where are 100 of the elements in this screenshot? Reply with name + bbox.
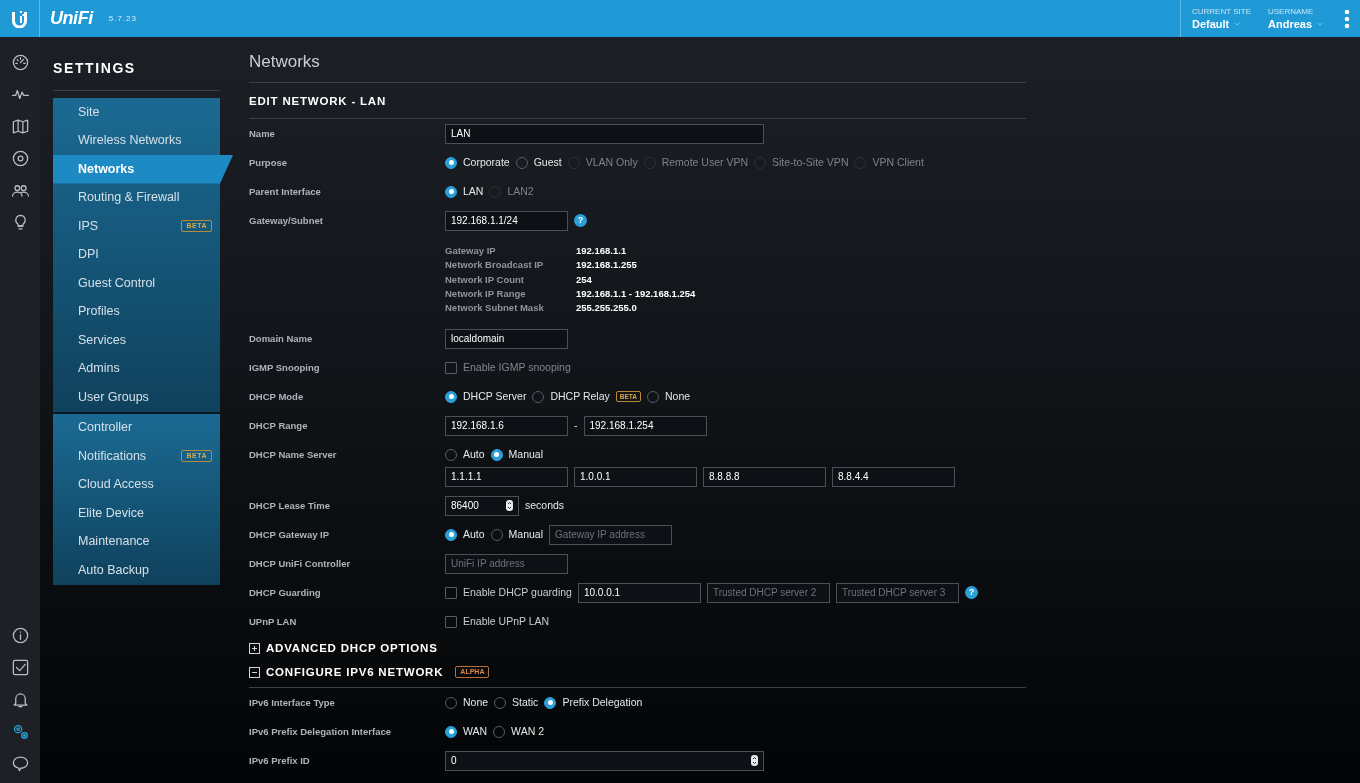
radio-button[interactable] [544, 697, 557, 709]
checklist-icon[interactable] [10, 658, 30, 677]
field-text: - [574, 418, 578, 434]
radio-label: DHCP Server [463, 389, 527, 405]
radio-label: None [664, 389, 691, 405]
dashboard-icon[interactable] [10, 53, 30, 72]
input-field[interactable]: Trusted DHCP server 3 [835, 583, 959, 603]
field-label: IPv6 Prefix ID [249, 754, 311, 768]
sidebar-item[interactable]: Networks [53, 155, 233, 184]
field-label: Name [249, 126, 276, 141]
input-field[interactable]: 192.168.1.254 [583, 416, 707, 436]
field-label: Parent Interface [249, 184, 322, 199]
input-field[interactable]: 10.0.0.1 [577, 583, 701, 603]
field-label: DHCP Mode [249, 390, 305, 404]
input-field[interactable]: 192.168.1.6 [445, 416, 568, 436]
radio-label: Guest [533, 154, 562, 170]
sidebar-item[interactable]: Cloud Access [53, 470, 220, 499]
field-label: DHCP Range [249, 419, 309, 433]
section-title: EDIT NETWORK - LAN [249, 94, 388, 109]
sidebar-item[interactable]: User Groups [53, 383, 220, 412]
field-label: Purpose [249, 155, 288, 170]
radio-label: Static [512, 695, 539, 711]
sidebar-item[interactable]: Elite Device [53, 499, 220, 528]
number-field[interactable]: 0 [445, 751, 764, 771]
radio-label: Manual [508, 447, 544, 463]
sidebar-item[interactable]: Routing & Firewall [53, 183, 220, 212]
input-field[interactable]: localdomain [445, 329, 568, 349]
radio-label: Manual [508, 527, 544, 543]
radio-label: Remote User VPN [661, 154, 748, 170]
field-label: DHCP Lease Time [249, 499, 331, 513]
more-icon[interactable] [1344, 8, 1350, 29]
radio-button[interactable] [445, 726, 457, 738]
checkbox[interactable] [445, 616, 457, 628]
radio-button[interactable] [445, 156, 457, 169]
sidebar-item[interactable]: DPI [53, 240, 220, 269]
info-value: 192.168.1.255 [576, 258, 637, 273]
sidebar-item[interactable]: Services [53, 326, 220, 355]
info-label: Gateway IP [445, 244, 497, 258]
input-field[interactable]: 1.0.0.1 [574, 467, 697, 487]
page-title: Networks [249, 51, 321, 73]
radio-label: Prefix Delegation [562, 695, 643, 711]
info-icon[interactable] [10, 626, 30, 645]
radio-button[interactable] [445, 391, 457, 403]
expand-icon[interactable] [249, 643, 260, 654]
sidebar-item[interactable]: Guest Control [53, 269, 220, 298]
radio-label: LAN [463, 183, 484, 199]
input-field[interactable]: 8.8.4.4 [832, 467, 955, 487]
sidebar-item[interactable]: Site [53, 98, 220, 127]
logo-icon [11, 9, 28, 28]
info-value: 192.168.1.1 [576, 244, 627, 258]
input-field[interactable]: UniFi IP address [445, 554, 568, 574]
sidebar-item-label: Notifications [78, 447, 148, 465]
section-title: CONFIGURE IPV6 NETWORK [266, 664, 444, 680]
radio-label: VPN Client [872, 154, 924, 170]
collapse-icon[interactable] [249, 667, 260, 678]
sidebar-item[interactable]: Profiles [53, 297, 220, 326]
field-text: seconds [525, 498, 565, 514]
sidebar-item[interactable]: Wireless Networks [53, 126, 220, 155]
radio-button[interactable] [490, 449, 503, 461]
sidebar-item[interactable]: Controller [53, 413, 220, 442]
checkbox[interactable] [445, 587, 457, 599]
target-icon[interactable] [10, 149, 30, 168]
input-field[interactable]: LAN [445, 123, 764, 144]
input-field[interactable]: 1.1.1.1 [445, 467, 568, 487]
input-field[interactable]: 8.8.8.8 [703, 467, 826, 487]
field-label: DHCP Guarding [249, 586, 322, 600]
version-text: 5.7.23 [108, 12, 137, 25]
field-label: UPnP LAN [249, 615, 298, 629]
checkbox-label: Enable IGMP snooping [463, 360, 571, 376]
spinner-icon[interactable] [751, 755, 758, 767]
radio-label: Auto [463, 447, 485, 463]
field-label: IGMP Snooping [249, 361, 321, 375]
info-label: Network Broadcast IP [445, 258, 545, 273]
sidebar-item[interactable]: Admins [53, 354, 220, 383]
radio-button[interactable] [445, 185, 457, 198]
field-label: DHCP UniFi Controller [249, 557, 352, 571]
input-field[interactable]: Gateway IP address [549, 525, 673, 545]
field-label: IPv6 Prefix Delegation Interface [249, 725, 393, 739]
number-field[interactable]: 86400 [445, 496, 519, 516]
chat-icon[interactable] [10, 754, 30, 773]
spinner-icon[interactable] [506, 500, 513, 512]
radio-label: WAN [463, 724, 488, 740]
sidebar-item[interactable]: Auto Backup [53, 556, 220, 585]
map-icon[interactable] [10, 117, 30, 136]
info-value: 255.255.255.0 [576, 301, 637, 316]
info-label: Network IP Range [445, 286, 527, 301]
sidebar-title: SETTINGS [53, 59, 137, 78]
radio-label: None [463, 695, 489, 711]
input-field[interactable]: 192.168.1.1/24 [445, 210, 568, 231]
product-logo: UniFi [50, 7, 93, 30]
radio-button[interactable] [445, 529, 457, 541]
radio-label: Auto [463, 527, 485, 543]
field-label: Gateway/Subnet [249, 213, 324, 228]
info-value: 254 [576, 272, 592, 287]
field-label: CURRENT SITE [1192, 6, 1252, 17]
field-label: DHCP Name Server [249, 448, 338, 462]
sidebar-item[interactable]: Maintenance [53, 527, 220, 556]
input-field[interactable]: Trusted DHCP server 2 [706, 583, 830, 603]
info-label: Network IP Count [445, 272, 525, 287]
radio-label: VLAN Only [585, 154, 638, 170]
